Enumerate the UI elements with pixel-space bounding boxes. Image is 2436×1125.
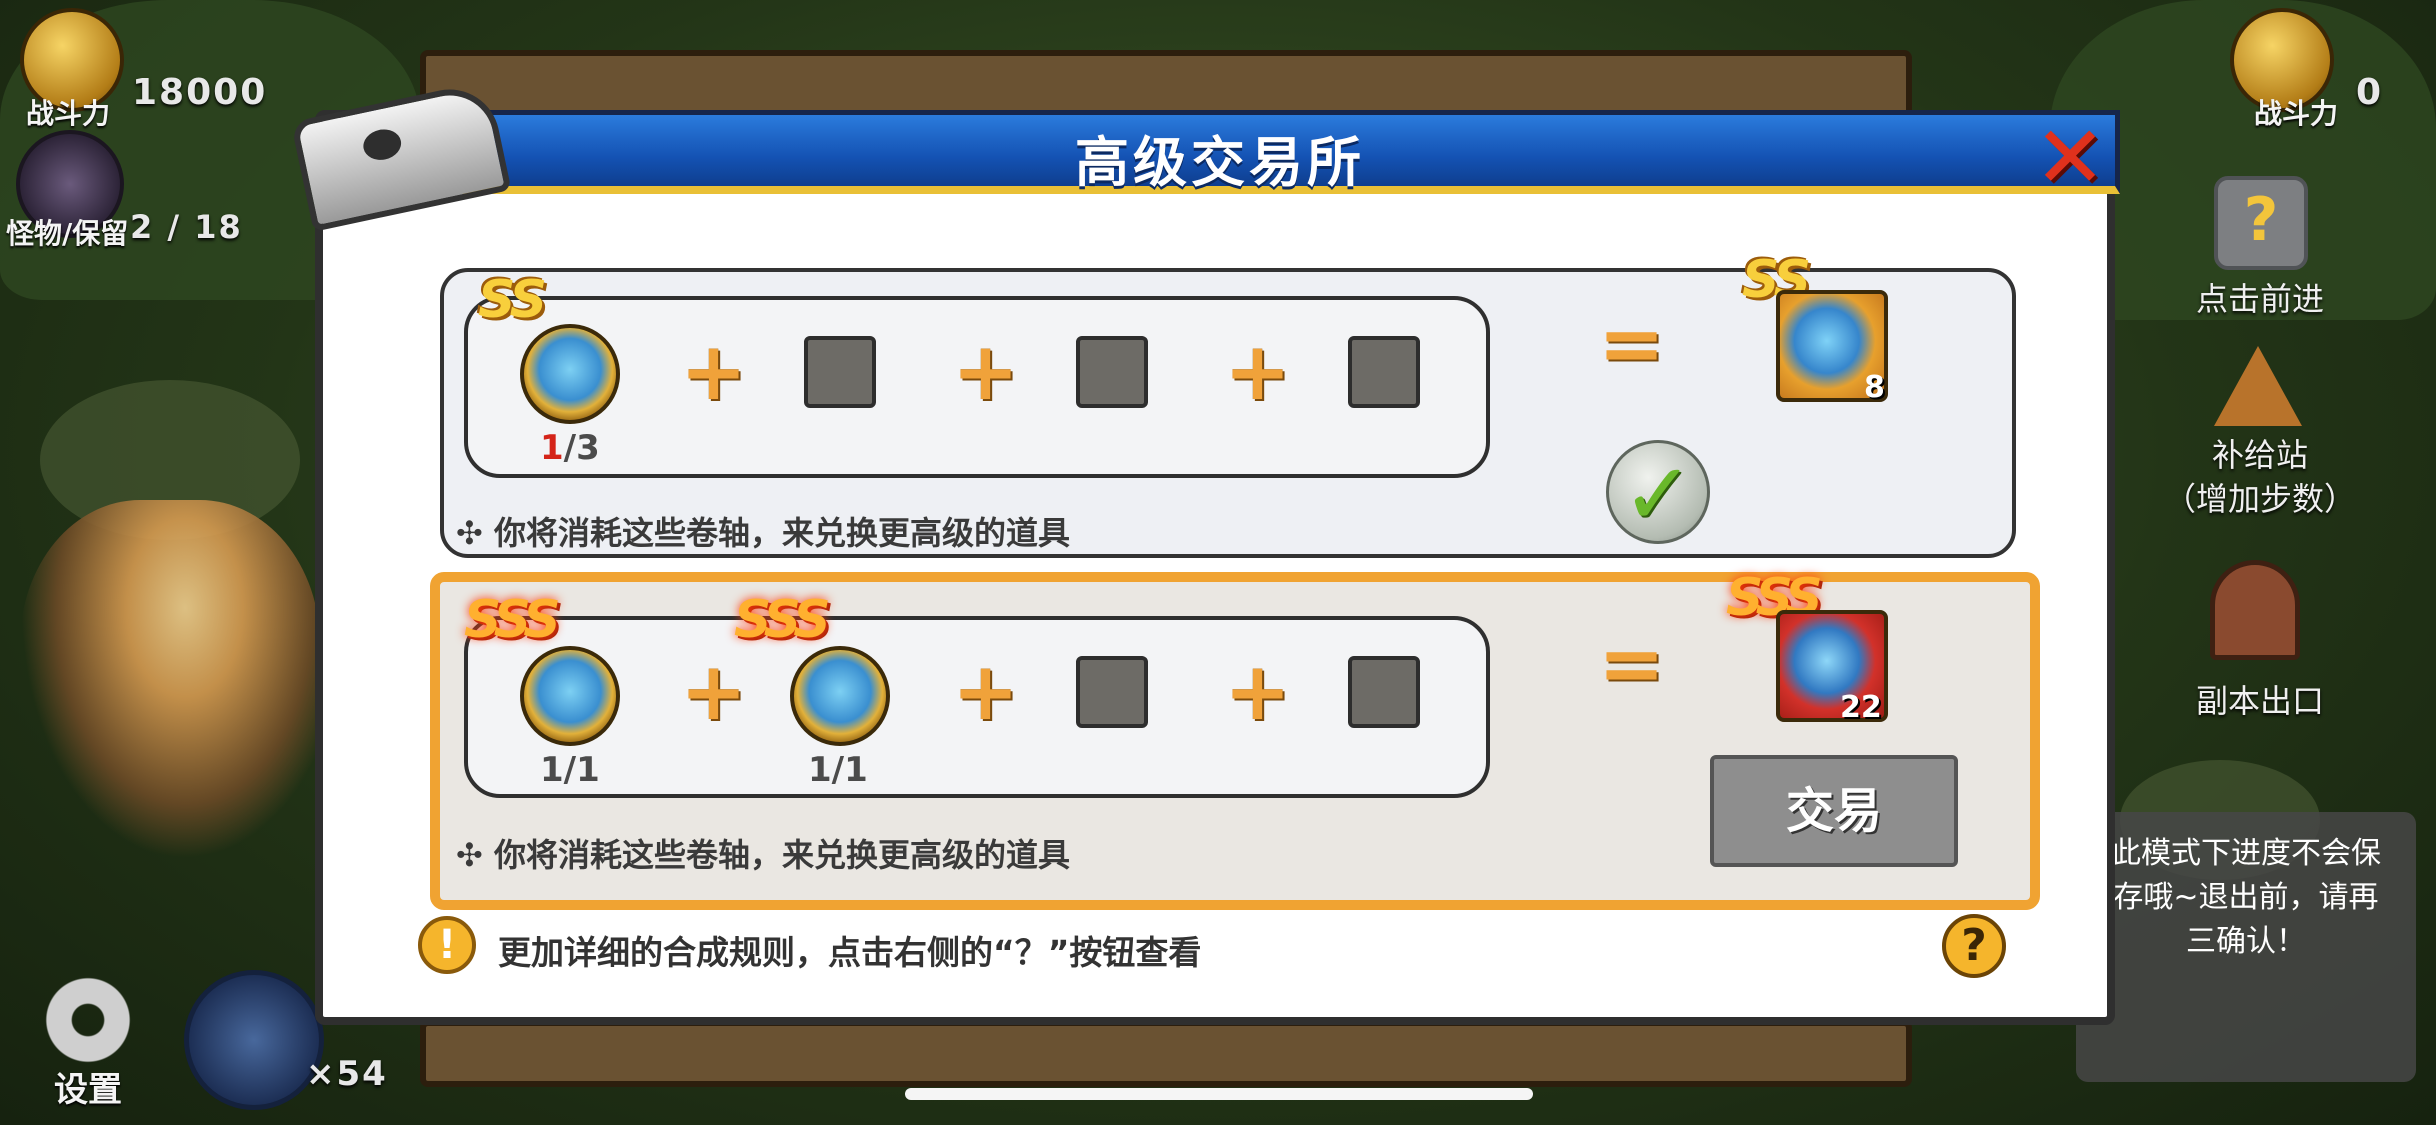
dialog-title: 高级交易所	[1075, 131, 1365, 194]
home-indicator[interactable]	[905, 1088, 1533, 1100]
empty-slot[interactable]	[804, 336, 876, 408]
scroll-icon[interactable]	[790, 646, 890, 746]
plus-icon: +	[680, 645, 748, 738]
plus-icon: +	[952, 325, 1020, 418]
mode-notice: 此模式下进度不会保存哦~退出前，请再三确认！	[2076, 812, 2416, 1082]
grade-badge: SSS	[734, 590, 831, 650]
hero-portrait	[20, 500, 320, 860]
equals-icon: =	[1598, 617, 1666, 710]
empty-slot[interactable]	[1076, 656, 1148, 728]
question-block-icon[interactable]: ?	[2214, 176, 2308, 270]
power-label: 战斗力	[26, 97, 111, 130]
reward-count: 22	[1840, 690, 1882, 725]
empty-slot[interactable]	[1076, 336, 1148, 408]
scroll-count: 1/3	[540, 428, 600, 468]
hero-count: ×54	[306, 1054, 388, 1094]
plus-icon: +	[1224, 325, 1292, 418]
hero-icon[interactable]	[184, 970, 324, 1110]
supply-label[interactable]: 补给站	[2160, 430, 2360, 476]
close-icon[interactable]: ✕	[2030, 115, 2110, 201]
trade-button[interactable]: 交易	[1710, 755, 1958, 867]
gear-icon[interactable]	[38, 970, 138, 1070]
advance-label[interactable]: 点击前进	[2160, 274, 2360, 320]
plus-icon: +	[680, 325, 748, 418]
plus-icon: +	[952, 645, 1020, 738]
reward-count: 8	[1864, 370, 1885, 405]
dialog-scroll-bottom	[420, 1020, 1912, 1087]
equals-icon: =	[1598, 297, 1666, 390]
power-value-right: 0	[2356, 72, 2384, 113]
row-description: ✣ 你将消耗这些卷轴，来兑换更高级的道具	[456, 514, 1070, 552]
grade-badge: SSS	[464, 590, 561, 650]
power-value: 18000	[132, 72, 268, 113]
settings-label[interactable]: 设置	[54, 1062, 122, 1111]
empty-slot[interactable]	[1348, 336, 1420, 408]
scroll-count: 1/1	[540, 750, 600, 790]
monster-value: 2 / 18	[130, 208, 243, 246]
monster-label: 怪物/保留	[6, 217, 129, 250]
rules-hint: 更加详细的合成规则，点击右侧的“？”按钮查看	[498, 933, 1202, 972]
exit-label[interactable]: 副本出口	[2160, 676, 2360, 722]
scroll-icon[interactable]	[520, 646, 620, 746]
empty-slot[interactable]	[1348, 656, 1420, 728]
check-icon: ✓	[1606, 440, 1710, 545]
info-icon: !	[418, 916, 476, 974]
tent-icon[interactable]	[2214, 346, 2302, 426]
scroll-count: 1/1	[808, 750, 868, 790]
grade-badge: SS	[478, 270, 547, 330]
supply-sub-label: （增加步数）	[2163, 480, 2356, 518]
power-label-right: 战斗力	[2254, 97, 2339, 130]
scroll-icon[interactable]	[520, 324, 620, 424]
help-icon[interactable]: ?	[1942, 914, 2006, 978]
door-icon[interactable]	[2210, 560, 2300, 660]
row-description: ✣ 你将消耗这些卷轴，来兑换更高级的道具	[456, 836, 1070, 874]
plus-icon: +	[1224, 645, 1292, 738]
